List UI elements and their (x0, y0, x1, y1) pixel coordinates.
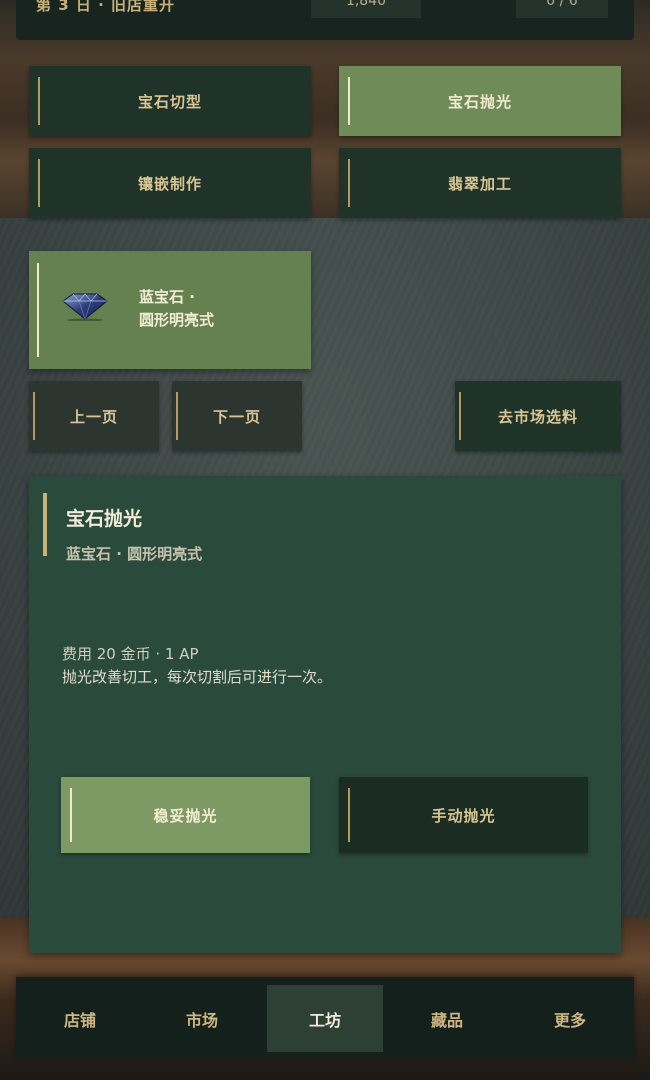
title-accent-bar (43, 493, 47, 556)
mode-inlay-making-button[interactable]: 镶嵌制作 (29, 148, 311, 218)
gold-counter: 1,840 (311, 0, 421, 18)
mode-gem-polishing-button[interactable]: 宝石抛光 (339, 66, 621, 136)
polish-cost: 费用 20 金币 · 1 AP (62, 645, 199, 663)
manual-polish-label: 手动抛光 (431, 806, 496, 825)
bottom-nav: 店铺 市场 工坊 藏品 更多 (16, 977, 634, 1060)
day-label: 第 3 日 · 旧店重开 (36, 0, 176, 14)
polish-detail-panel: 宝石抛光 蓝宝石 · 圆形明亮式 费用 20 金币 · 1 AP 抛光改善切工，… (29, 476, 621, 953)
mode-label: 镶嵌制作 (137, 174, 202, 193)
polish-description: 抛光改善切工，每次切割后可进行一次。 (62, 668, 333, 686)
go-to-market-button[interactable]: 去市场选料 (455, 381, 621, 451)
gem-name: 蓝宝石 · 圆形明亮式 (139, 286, 299, 332)
gem-cut: 圆形明亮式 (139, 311, 215, 329)
prev-page-button[interactable]: 上一页 (29, 381, 159, 451)
nav-shop[interactable]: 店铺 (22, 985, 138, 1052)
nav-workshop[interactable]: 工坊 (267, 985, 383, 1052)
selection-bar (37, 263, 39, 357)
sapphire-gem-icon (62, 293, 108, 321)
ap-counter: 0 / 6 (516, 0, 608, 18)
next-page-label: 下一页 (212, 407, 261, 426)
gem-card-sapphire[interactable]: 蓝宝石 · 圆形明亮式 (29, 251, 311, 369)
nav-collection[interactable]: 藏品 (389, 985, 505, 1052)
gem-type: 蓝宝石 · (139, 288, 195, 306)
mode-gem-cutting-button[interactable]: 宝石切型 (29, 66, 311, 136)
nav-market[interactable]: 市场 (144, 985, 260, 1052)
nav-more[interactable]: 更多 (512, 985, 628, 1052)
mode-jade-processing-button[interactable]: 翡翠加工 (339, 148, 621, 218)
panel-subtitle: 蓝宝石 · 圆形明亮式 (66, 545, 203, 563)
status-bar: 第 3 日 · 旧店重开 1,840 0 / 6 (16, 0, 634, 40)
next-page-button[interactable]: 下一页 (172, 381, 302, 451)
prev-page-label: 上一页 (69, 407, 118, 426)
mode-label: 宝石切型 (137, 92, 202, 111)
mode-label: 宝石抛光 (447, 92, 512, 111)
manual-polish-button[interactable]: 手动抛光 (339, 777, 588, 853)
safe-polish-label: 稳妥抛光 (153, 806, 218, 825)
market-label: 去市场选料 (497, 407, 578, 426)
mode-label: 翡翠加工 (447, 174, 512, 193)
safe-polish-button[interactable]: 稳妥抛光 (61, 777, 310, 853)
panel-title: 宝石抛光 (66, 508, 143, 530)
